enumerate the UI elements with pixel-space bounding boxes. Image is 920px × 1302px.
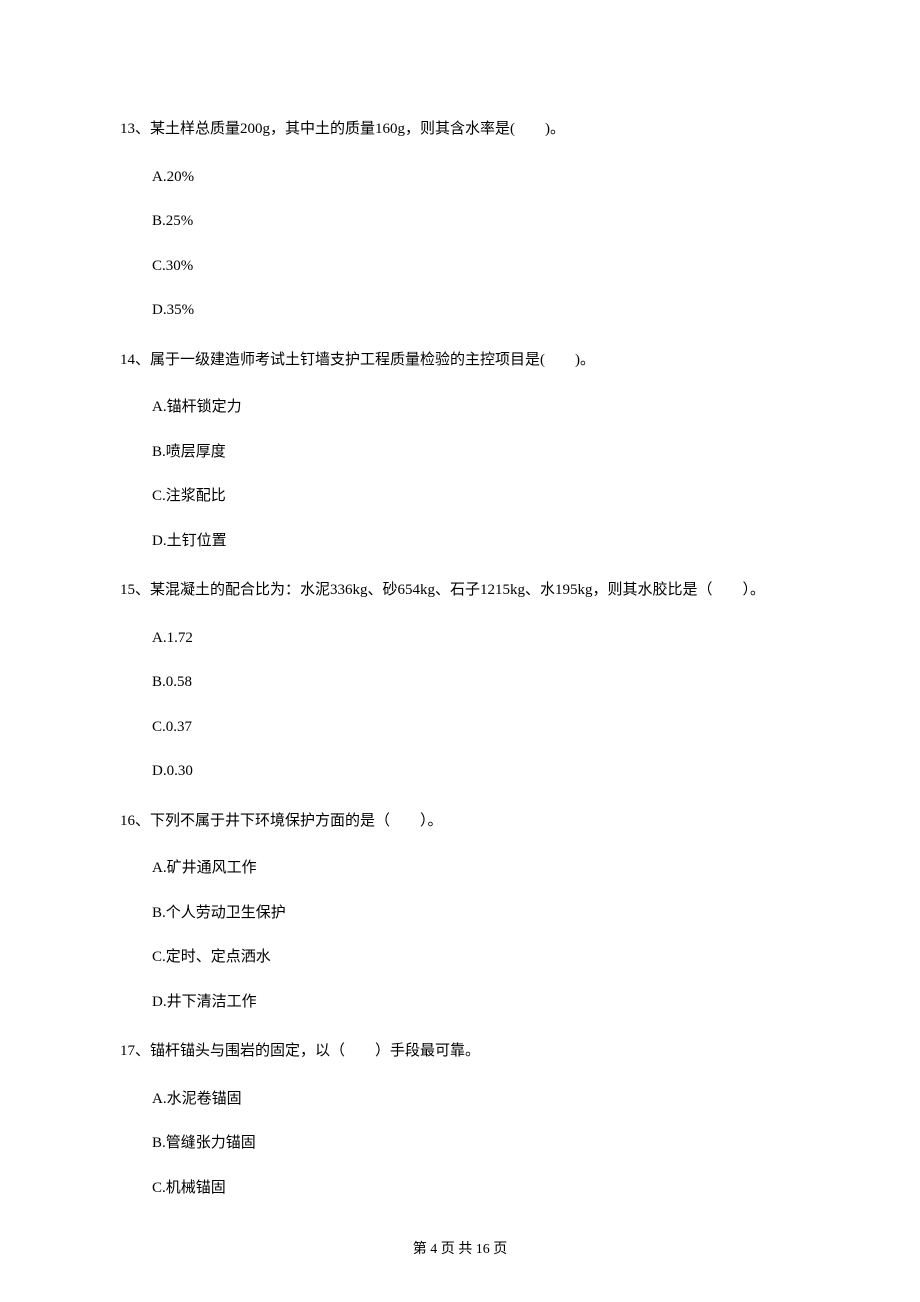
option-d: D.0.30 [152,760,800,783]
option-a: A.锚杆锁定力 [152,396,800,419]
question-stem: 17、锚杆锚头与围岩的固定，以（ ）手段最可靠。 [120,1037,800,1066]
page-content: 13、某土样总质量200g，其中土的质量160g，则其含水率是( )。 A.20… [0,0,920,1199]
option-list: A.水泥卷锚固 B.管缝张力锚固 C.机械锚固 [120,1088,800,1200]
question-17: 17、锚杆锚头与围岩的固定，以（ ）手段最可靠。 A.水泥卷锚固 B.管缝张力锚… [120,1037,800,1199]
question-stem: 16、下列不属于井下环境保护方面的是（ ）。 [120,807,800,836]
question-stem: 14、属于一级建造师考试土钉墙支护工程质量检验的主控项目是( )。 [120,346,800,375]
option-c: C.注浆配比 [152,485,800,508]
question-stem: 13、某土样总质量200g，其中土的质量160g，则其含水率是( )。 [120,115,800,144]
page-footer: 第 4 页 共 16 页 [0,1238,920,1258]
option-list: A.矿井通风工作 B.个人劳动卫生保护 C.定时、定点洒水 D.井下清洁工作 [120,857,800,1013]
option-d: D.土钉位置 [152,530,800,553]
question-14: 14、属于一级建造师考试土钉墙支护工程质量检验的主控项目是( )。 A.锚杆锁定… [120,346,800,553]
option-d: D.井下清洁工作 [152,991,800,1014]
option-c: C.定时、定点洒水 [152,946,800,969]
option-b: B.0.58 [152,671,800,694]
option-d: D.35% [152,299,800,322]
option-c: C.机械锚固 [152,1177,800,1200]
question-stem: 15、某混凝土的配合比为：水泥336kg、砂654kg、石子1215kg、水19… [120,576,800,605]
option-a: A.水泥卷锚固 [152,1088,800,1111]
option-list: A.20% B.25% C.30% D.35% [120,166,800,322]
option-b: B.管缝张力锚固 [152,1132,800,1155]
option-b: B.个人劳动卫生保护 [152,902,800,925]
option-a: A.矿井通风工作 [152,857,800,880]
option-c: C.30% [152,255,800,278]
question-13: 13、某土样总质量200g，其中土的质量160g，则其含水率是( )。 A.20… [120,115,800,322]
option-a: A.1.72 [152,627,800,650]
option-b: B.25% [152,210,800,233]
question-15: 15、某混凝土的配合比为：水泥336kg、砂654kg、石子1215kg、水19… [120,576,800,783]
question-16: 16、下列不属于井下环境保护方面的是（ ）。 A.矿井通风工作 B.个人劳动卫生… [120,807,800,1014]
option-a: A.20% [152,166,800,189]
option-list: A.1.72 B.0.58 C.0.37 D.0.30 [120,627,800,783]
option-list: A.锚杆锁定力 B.喷层厚度 C.注浆配比 D.土钉位置 [120,396,800,552]
option-b: B.喷层厚度 [152,441,800,464]
option-c: C.0.37 [152,716,800,739]
